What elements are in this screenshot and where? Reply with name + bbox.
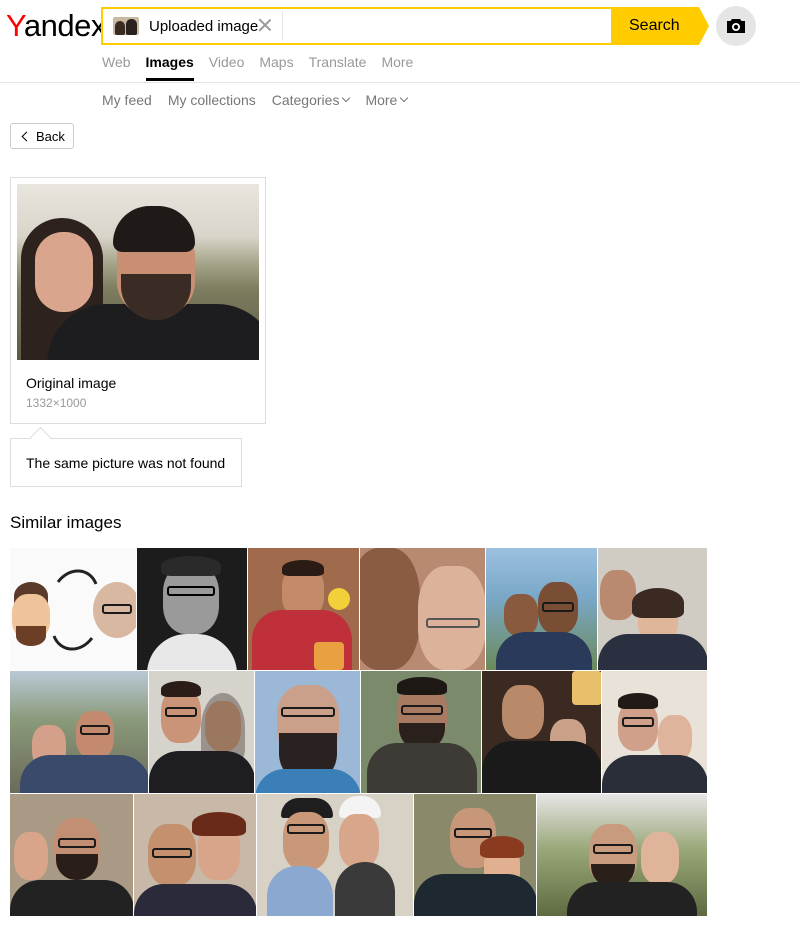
uploaded-image-thumbnail	[113, 17, 139, 35]
logo-letter-y: Y	[6, 8, 24, 43]
back-label: Back	[36, 128, 65, 144]
tab-web[interactable]: Web	[102, 53, 131, 81]
yandex-logo[interactable]: Yandex	[6, 6, 106, 46]
similar-image-tile[interactable]	[414, 794, 537, 916]
chip-label: Uploaded image	[149, 17, 259, 35]
similar-image-tile[interactable]	[134, 794, 257, 916]
tab-translate[interactable]: Translate	[309, 53, 367, 81]
similar-image-tile[interactable]	[537, 794, 708, 916]
tab-maps[interactable]: Maps	[259, 53, 293, 81]
camera-icon	[727, 19, 745, 33]
grid-row	[10, 794, 708, 917]
similar-image-tile[interactable]	[149, 671, 255, 793]
tab-more[interactable]: More	[381, 53, 413, 81]
similar-images-grid	[10, 548, 708, 917]
search-bar: Uploaded image Search	[101, 7, 709, 45]
search-input[interactable]: Uploaded image	[101, 7, 613, 45]
search-tabs: Web Images Video Maps Translate More	[102, 53, 428, 81]
not-found-message: The same picture was not found	[10, 438, 242, 487]
similar-image-tile[interactable]	[10, 794, 134, 916]
similar-image-tile[interactable]	[10, 548, 137, 670]
chevron-left-icon	[21, 131, 32, 141]
original-image-size: 1332×1000	[26, 396, 87, 410]
original-image-title: Original image	[26, 375, 117, 391]
similar-images-title: Similar images	[10, 513, 122, 532]
header-divider	[0, 82, 800, 83]
similar-image-tile[interactable]	[598, 548, 708, 670]
tab-video[interactable]: Video	[209, 53, 245, 81]
images-subnav: My feed My collections Categories More	[102, 92, 423, 108]
similar-image-tile[interactable]	[10, 671, 149, 793]
similar-image-tile[interactable]	[248, 548, 360, 670]
similar-image-tile[interactable]	[486, 548, 598, 670]
similar-image-tile[interactable]	[137, 548, 248, 670]
similar-image-tile[interactable]	[482, 671, 602, 793]
my-feed-link[interactable]: My feed	[102, 92, 152, 108]
similar-image-tile[interactable]	[361, 671, 482, 793]
grid-row	[10, 671, 708, 794]
categories-label: Categories	[271, 92, 340, 108]
search-button[interactable]: Search	[611, 7, 709, 45]
uploaded-image-chip[interactable]: Uploaded image	[105, 11, 283, 41]
more-label: More	[365, 92, 398, 108]
chevron-down-icon	[342, 93, 351, 103]
tab-images[interactable]: Images	[145, 53, 194, 81]
similar-image-tile[interactable]	[602, 671, 708, 793]
similar-image-tile[interactable]	[257, 794, 414, 916]
similar-image-tile[interactable]	[360, 548, 486, 670]
grid-row	[10, 548, 708, 671]
back-button[interactable]: Back	[10, 123, 74, 149]
categories-dropdown[interactable]: Categories	[271, 92, 351, 108]
close-icon[interactable]	[258, 18, 272, 32]
original-image-photo[interactable]	[17, 184, 259, 360]
original-image-card[interactable]: Original image 1332×1000	[10, 177, 266, 424]
more-dropdown[interactable]: More	[365, 92, 409, 108]
similar-image-tile[interactable]	[255, 671, 361, 793]
logo-rest: andex	[23, 8, 106, 43]
chevron-down-icon	[400, 93, 409, 103]
my-collections-link[interactable]: My collections	[168, 92, 256, 108]
camera-search-button[interactable]	[716, 6, 756, 46]
